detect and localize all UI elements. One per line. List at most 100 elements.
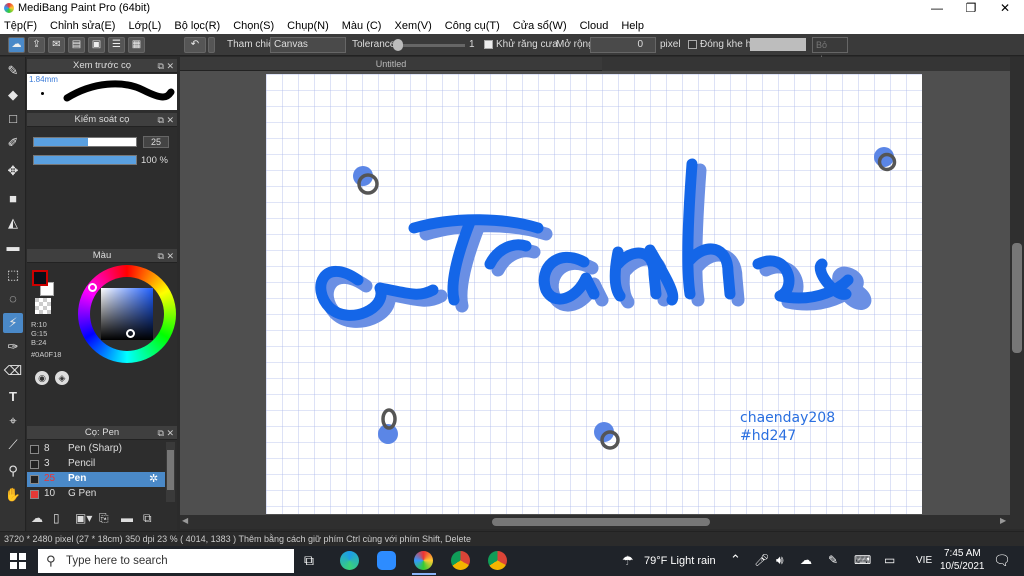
select-pen-tool-icon[interactable]: ✑ — [3, 337, 23, 357]
brush-size-value[interactable]: 25 — [143, 136, 169, 148]
clock-time[interactable]: 7:45 AM — [944, 548, 981, 559]
eyedropper-tool-icon[interactable]: ⚲ — [3, 461, 23, 481]
brush-copy-icon[interactable]: ⎘ — [99, 511, 115, 527]
taskbar-search-input[interactable]: ⚲ Type here to search — [38, 549, 294, 573]
palette-add-icon[interactable]: ◈ — [55, 371, 69, 385]
brush-item-pencil[interactable]: 3 Pencil — [27, 457, 165, 472]
vertical-scrollbar[interactable] — [1010, 57, 1024, 515]
gear-icon[interactable]: ✲ — [149, 472, 158, 485]
document-tab[interactable]: Untitled — [180, 57, 602, 71]
sv-picker-icon[interactable] — [126, 329, 135, 338]
menu-view[interactable]: Xem(V) — [394, 20, 431, 32]
menu-cloud[interactable]: Cloud — [580, 20, 609, 32]
select-tool-icon[interactable]: ⬚ — [3, 265, 23, 285]
cloud-icon[interactable]: ☁ — [8, 37, 25, 53]
task-view-icon[interactable]: ⧉ — [304, 552, 314, 569]
fill-rect-tool-icon[interactable]: ■ — [3, 189, 23, 209]
text-tool-icon[interactable]: T — [3, 387, 23, 407]
pen-icon[interactable]: ✎ — [828, 553, 838, 567]
layers-icon[interactable]: ▤ — [68, 37, 85, 53]
hand-tool-icon[interactable]: ✋ — [3, 485, 23, 505]
menu-tools[interactable]: Công cụ(T) — [445, 20, 500, 32]
brush-size-slider[interactable] — [33, 137, 137, 147]
reference-select[interactable]: Canvas — [270, 37, 346, 53]
microphone-icon[interactable]: 🎤︎ — [754, 553, 769, 567]
eraser-tool-icon[interactable]: ◆ — [3, 85, 23, 105]
windows-start-icon[interactable] — [10, 553, 26, 569]
panel-close-icon[interactable]: ⧉ ✕ — [158, 113, 174, 127]
grid-icon[interactable]: ▦ — [128, 37, 145, 53]
brush-item-g-pen[interactable]: 10 G Pen — [27, 487, 165, 502]
comment-icon[interactable]: ✉ — [48, 37, 65, 53]
list-icon[interactable]: ☰ — [108, 37, 125, 53]
brush-item-pen[interactable]: 25 Pen ✲ — [27, 472, 165, 487]
scroll-left-icon[interactable]: ◀ — [182, 516, 188, 525]
new-brush-icon[interactable]: ▯ — [53, 511, 69, 527]
notification-icon[interactable]: 🗨︎ — [993, 552, 1011, 569]
menu-window[interactable]: Cửa sổ(W) — [513, 20, 567, 32]
hue-picker-icon[interactable] — [88, 283, 97, 292]
display-icon[interactable]: ▭ — [884, 553, 895, 567]
chrome-profile-icon[interactable] — [488, 551, 507, 570]
brush-tool-icon[interactable]: ✎ — [3, 61, 23, 81]
language-indicator[interactable]: VIE — [916, 555, 932, 566]
menu-snap[interactable]: Chụp(N) — [287, 20, 329, 32]
weather-icon[interactable]: ☂ — [622, 553, 634, 569]
dot-tool-icon[interactable]: ✐ — [3, 133, 23, 153]
drawing-canvas[interactable]: chaenday208 #hd247 — [266, 74, 922, 514]
undo-icon[interactable]: ↶ — [184, 37, 206, 53]
menu-edit[interactable]: Chỉnh sửa(E) — [50, 20, 115, 32]
close-button[interactable]: ✕ — [988, 0, 1022, 17]
minimize-button[interactable]: — — [920, 0, 954, 17]
share-icon[interactable]: ⇪ — [28, 37, 45, 53]
brush-delete-icon[interactable]: ⧉ — [143, 511, 159, 527]
close-gap-checkbox[interactable] — [688, 40, 697, 49]
magic-wand-tool-icon[interactable]: ⚡ — [3, 313, 23, 333]
menu-file[interactable]: Tệp(F) — [4, 20, 37, 32]
chevron-up-icon[interactable]: ⌃ — [730, 552, 741, 568]
zoom-icon[interactable] — [377, 551, 396, 570]
select-eraser-tool-icon[interactable]: ⌫ — [3, 361, 23, 381]
panel-close-icon[interactable]: ⧉ ✕ — [158, 59, 174, 73]
hue-ring[interactable] — [78, 265, 176, 363]
move-tool-icon[interactable]: ✥ — [3, 161, 23, 181]
keyboard-icon[interactable]: ⌨ — [854, 553, 871, 567]
panel-close-icon[interactable]: ⧉ ✕ — [158, 426, 174, 440]
weather-text[interactable]: 79°F Light rain — [644, 555, 716, 567]
menu-color[interactable]: Màu (C) — [342, 20, 382, 32]
menu-select[interactable]: Chọn(S) — [233, 20, 274, 32]
volume-icon[interactable]: 🔊︎ — [776, 553, 784, 568]
antialias-checkbox[interactable] — [484, 40, 493, 49]
medibang-icon[interactable] — [414, 551, 433, 570]
add-brush-cloud-icon[interactable]: ☁ — [31, 511, 47, 527]
chrome-icon[interactable] — [451, 551, 470, 570]
menu-layer[interactable]: Lớp(L) — [128, 20, 161, 32]
folder-icon[interactable]: ▬ — [121, 511, 137, 527]
onedrive-icon[interactable]: ☁ — [800, 553, 812, 567]
edge-icon[interactable] — [340, 551, 359, 570]
clock-date[interactable]: 10/5/2021 — [940, 561, 985, 572]
brush-opacity-slider[interactable] — [33, 155, 137, 165]
divide-tool-icon[interactable]: ⟋ — [3, 435, 23, 455]
rectangle-tool-icon[interactable]: □ — [3, 109, 23, 129]
horizontal-scrollbar[interactable]: ◀ ▶ — [180, 515, 1024, 529]
maximize-button[interactable]: ❐ — [954, 0, 988, 17]
expand-input[interactable]: 0 — [590, 37, 656, 53]
palette-icon[interactable]: ◉ — [35, 371, 49, 385]
gradient-tool-icon[interactable]: ▬ — [3, 237, 23, 257]
brush-list-scrollbar[interactable] — [166, 442, 175, 502]
deselect-button[interactable]: Bỏ chọn — [812, 37, 848, 64]
close-gap-slider[interactable] — [750, 38, 806, 51]
foreground-color-swatch[interactable] — [32, 270, 48, 286]
brush-item-pen-sharp[interactable]: 8 Pen (Sharp) — [27, 442, 165, 457]
panel-close-icon[interactable]: ⧉ ✕ — [158, 249, 174, 263]
scroll-right-icon[interactable]: ▶ — [1000, 516, 1006, 525]
bucket-tool-icon[interactable]: ◭ — [3, 213, 23, 233]
transparent-swatch[interactable] — [35, 298, 51, 314]
menu-help[interactable]: Help — [621, 20, 644, 32]
lasso-tool-icon[interactable]: ◌ — [3, 289, 23, 309]
add-brush-menu-icon[interactable]: ▣▾ — [75, 511, 95, 527]
operation-tool-icon[interactable]: ⌖ — [3, 411, 23, 431]
tolerance-slider-thumb[interactable] — [393, 39, 403, 51]
menu-filter[interactable]: Bộ lọc(R) — [174, 20, 220, 32]
